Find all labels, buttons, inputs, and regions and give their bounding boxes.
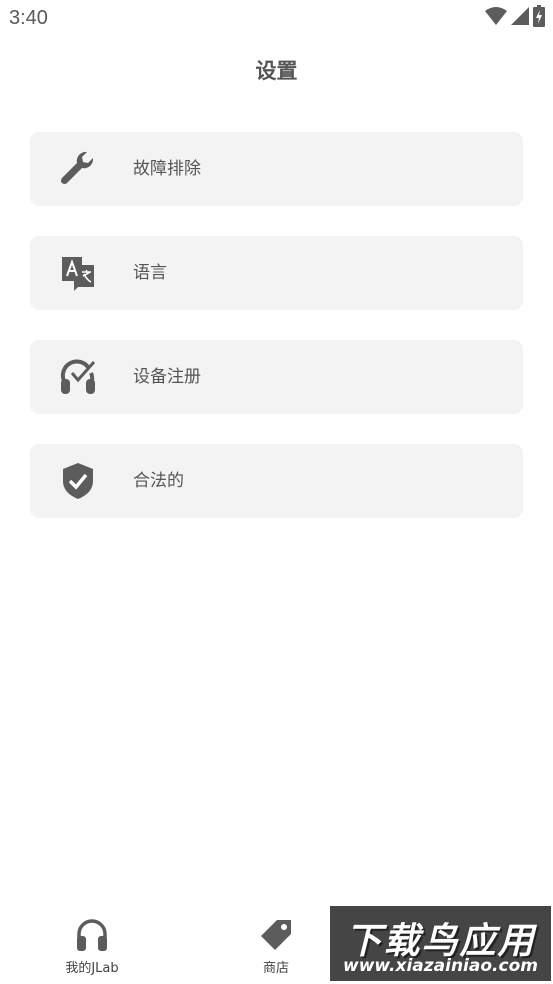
watermark-overlay: 下载鸟应用 www.xiazainiao.com: [330, 906, 551, 981]
watermark-url: www.xiazainiao.com: [343, 956, 538, 976]
settings-item-troubleshooting[interactable]: 故障排除: [30, 132, 523, 206]
tag-icon: [221, 916, 331, 954]
status-bar: 3:40: [0, 0, 553, 38]
headphones-check-icon: [58, 357, 98, 397]
settings-item-label: 故障排除: [133, 159, 201, 179]
settings-item-language[interactable]: 语言: [30, 236, 523, 310]
wifi-icon: [485, 7, 507, 29]
settings-item-label: 设备注册: [133, 367, 201, 387]
nav-label: 我的JLab: [65, 961, 119, 976]
wrench-icon: [58, 149, 98, 189]
nav-item-my-jlab[interactable]: 我的JLab: [37, 916, 147, 976]
translate-icon: [58, 253, 98, 293]
cellular-signal-icon: [511, 7, 529, 29]
nav-item-store[interactable]: 商店: [221, 916, 331, 976]
battery-charging-icon: [533, 5, 545, 31]
shield-check-icon: [58, 461, 98, 501]
page-title: 设置: [255, 59, 298, 83]
status-icons: [485, 5, 545, 31]
settings-list: 故障排除 语言 设备注册 合法的: [30, 132, 523, 548]
status-time: 3:40: [9, 7, 48, 29]
settings-item-legal[interactable]: 合法的: [30, 444, 523, 518]
settings-item-device-registration[interactable]: 设备注册: [30, 340, 523, 414]
settings-item-label: 合法的: [133, 471, 184, 491]
settings-item-label: 语言: [133, 263, 167, 283]
nav-label: 商店: [262, 961, 289, 976]
headphones-icon: [37, 916, 147, 954]
